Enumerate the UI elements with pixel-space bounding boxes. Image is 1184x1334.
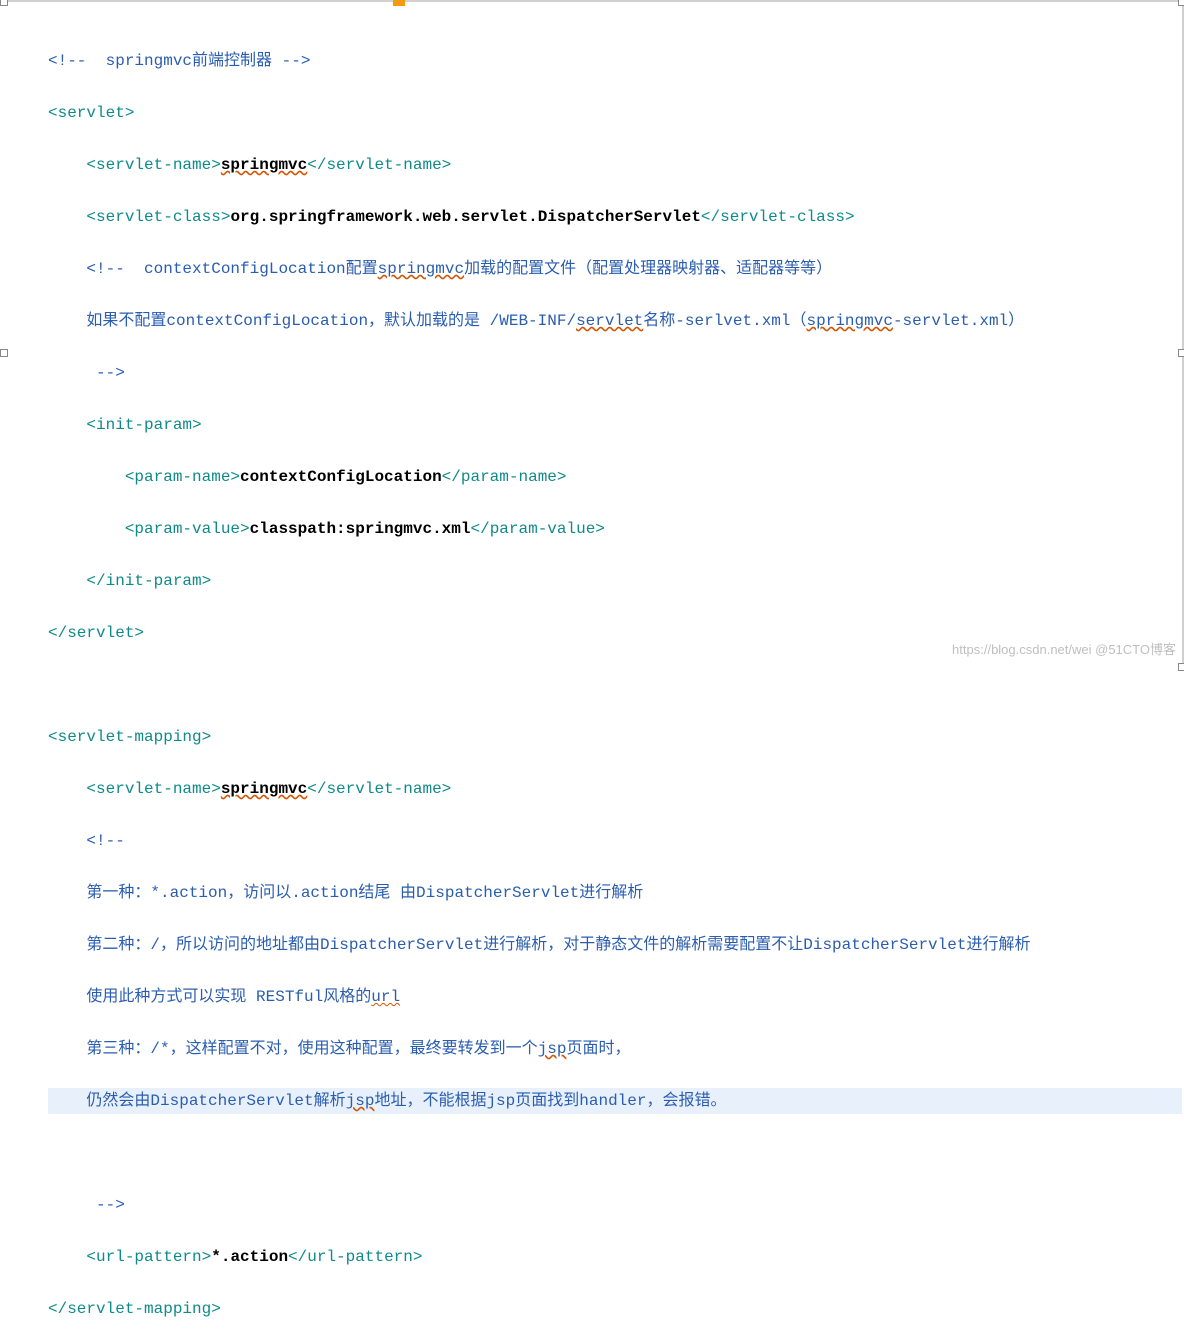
code-line[interactable]: <servlet-name>springmvc</servlet-name> [48, 776, 1182, 802]
xml-comment: 仍然会由DispatcherServlet解析 [86, 1092, 345, 1110]
xml-comment: jsp [538, 1040, 567, 1058]
xml-tag: <param-value> [125, 520, 250, 538]
xml-tag: </url-pattern> [288, 1248, 422, 1266]
code-area[interactable]: <!-- springmvc前端控制器 --> <servlet> <servl… [0, 2, 1182, 1334]
xml-comment: --> [86, 364, 124, 382]
code-line[interactable]: <servlet-mapping> [48, 724, 1182, 750]
xml-comment: url [371, 988, 400, 1006]
xml-text: *.action [211, 1248, 288, 1266]
xml-comment: 如果不配置contextConfigLocation，默认加载的是 /WEB-I… [86, 312, 576, 330]
code-line[interactable]: <servlet> [48, 100, 1182, 126]
xml-tag: <servlet-name> [86, 780, 220, 798]
xml-text: springmvc [221, 156, 307, 174]
xml-tag: <param-name> [125, 468, 240, 486]
code-line[interactable]: <!-- contextConfigLocation配置springmvc加载的… [48, 256, 1182, 282]
code-line-current[interactable]: 仍然会由DispatcherServlet解析jsp地址，不能根据jsp页面找到… [48, 1088, 1182, 1114]
xml-comment: 第三种：/*，这样配置不对，使用这种配置，最终要转发到一个 [86, 1040, 537, 1058]
selection-handle[interactable] [1178, 349, 1184, 357]
xml-comment: <!-- springmvc前端控制器 --> [48, 52, 310, 70]
code-line[interactable]: <servlet-name>springmvc</servlet-name> [48, 152, 1182, 178]
xml-comment: <!-- [86, 832, 124, 850]
xml-tag: <init-param> [86, 416, 201, 434]
code-line[interactable]: 第一种：*.action，访问以.action结尾 由DispatcherSer… [48, 880, 1182, 906]
xml-comment: 第二种：/，所以访问的地址都由DispatcherServlet进行解析，对于静… [86, 936, 1030, 954]
xml-comment: <!-- contextConfigLocation配置 [86, 260, 377, 278]
code-line[interactable]: --> [48, 360, 1182, 386]
xml-comment: 第一种：*.action，访问以.action结尾 由DispatcherSer… [86, 884, 643, 902]
code-line[interactable]: <!-- [48, 828, 1182, 854]
watermark-text: https://blog.csdn.net/wei @51CTO博客 [952, 637, 1176, 663]
xml-comment: 加载的配置文件（配置处理器映射器、适配器等等） [464, 260, 832, 278]
selection-handle[interactable] [1178, 0, 1184, 6]
xml-comment: 名称-serlvet.xml（ [643, 312, 806, 330]
code-line[interactable]: <url-pattern>*.action</url-pattern> [48, 1244, 1182, 1270]
xml-tag: <servlet> [48, 104, 134, 122]
code-line[interactable]: <servlet-class>org.springframework.web.s… [48, 204, 1182, 230]
xml-text: springmvc [221, 780, 307, 798]
selection-handle[interactable] [0, 0, 8, 6]
code-line[interactable]: 第二种：/，所以访问的地址都由DispatcherServlet进行解析，对于静… [48, 932, 1182, 958]
xml-tag: </servlet-mapping> [48, 1300, 221, 1318]
code-line[interactable]: 使用此种方式可以实现 RESTful风格的url [48, 984, 1182, 1010]
code-line[interactable]: <!-- springmvc前端控制器 --> [48, 48, 1182, 74]
xml-tag: </init-param> [86, 572, 211, 590]
code-line[interactable] [48, 672, 1182, 698]
cursor-indicator [393, 0, 405, 6]
xml-tag: <servlet-mapping> [48, 728, 211, 746]
xml-tag: </param-name> [442, 468, 567, 486]
code-line[interactable]: <param-name>contextConfigLocation</param… [48, 464, 1182, 490]
xml-comment: 地址，不能根据jsp页面找到handler，会报错。 [374, 1092, 726, 1110]
xml-comment: springmvc [807, 312, 893, 330]
selection-handle[interactable] [0, 349, 8, 357]
xml-tag: </servlet-name> [307, 156, 451, 174]
code-line[interactable]: 如果不配置contextConfigLocation，默认加载的是 /WEB-I… [48, 308, 1182, 334]
xml-comment: servlet [576, 312, 643, 330]
xml-comment: springmvc [378, 260, 464, 278]
xml-tag: </param-value> [470, 520, 604, 538]
xml-tag: <url-pattern> [86, 1248, 211, 1266]
xml-text: org.springframework.web.servlet.Dispatch… [230, 208, 700, 226]
xml-tag: <servlet-name> [86, 156, 220, 174]
xml-comment: 页面时， [566, 1040, 630, 1058]
code-editor[interactable]: <!-- springmvc前端控制器 --> <servlet> <servl… [0, 0, 1184, 667]
xml-tag: </servlet> [48, 624, 144, 642]
xml-comment: 使用此种方式可以实现 RESTful风格的 [86, 988, 371, 1006]
code-line[interactable]: </servlet-mapping> [48, 1296, 1182, 1322]
xml-tag: <servlet-class> [86, 208, 230, 226]
xml-tag: </servlet-name> [307, 780, 451, 798]
code-line[interactable]: --> [48, 1192, 1182, 1218]
xml-text: classpath:springmvc.xml [250, 520, 471, 538]
xml-text: contextConfigLocation [240, 468, 442, 486]
xml-comment: --> [86, 1196, 124, 1214]
xml-tag: </servlet-class> [701, 208, 855, 226]
xml-comment: jsp [346, 1092, 375, 1110]
selection-handle[interactable] [1178, 663, 1184, 671]
code-line[interactable]: </init-param> [48, 568, 1182, 594]
code-line[interactable]: <param-value>classpath:springmvc.xml</pa… [48, 516, 1182, 542]
code-line[interactable] [48, 1140, 1182, 1166]
code-line[interactable]: <init-param> [48, 412, 1182, 438]
code-line[interactable]: 第三种：/*，这样配置不对，使用这种配置，最终要转发到一个jsp页面时， [48, 1036, 1182, 1062]
xml-comment: -servlet.xml） [893, 312, 1024, 330]
